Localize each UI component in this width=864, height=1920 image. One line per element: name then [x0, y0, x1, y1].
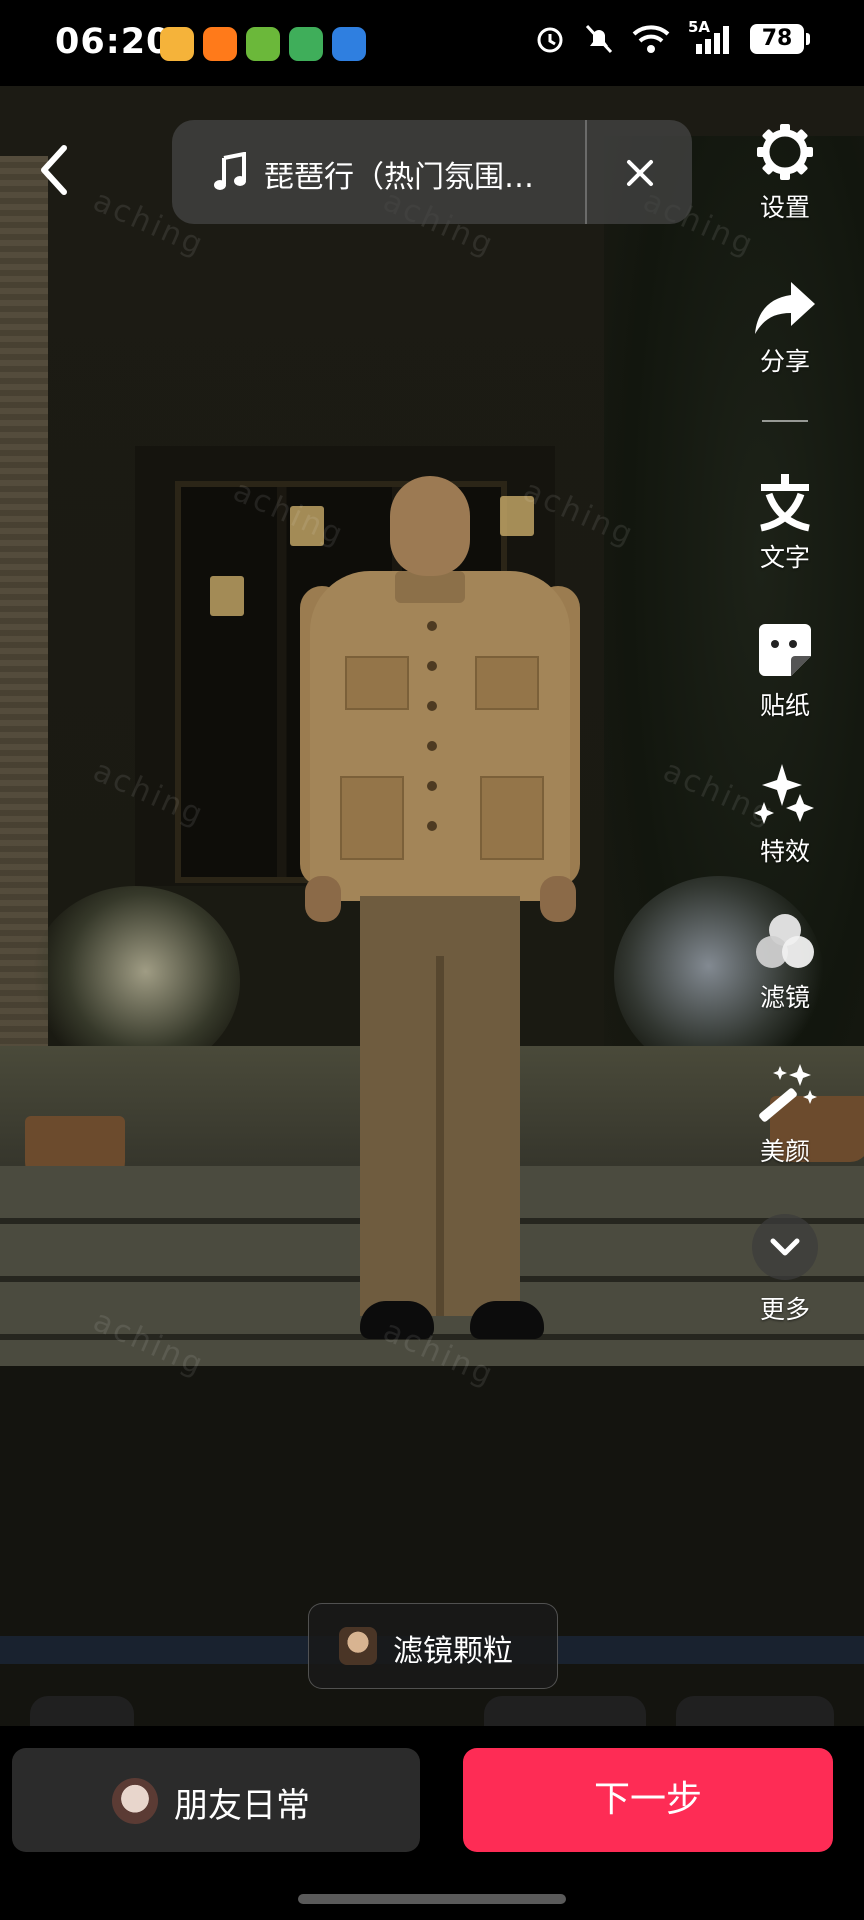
right-shoe	[470, 1301, 544, 1339]
pocket	[345, 656, 409, 710]
alarm-icon	[537, 27, 563, 53]
left-hand	[305, 876, 341, 922]
music-note-icon	[214, 152, 246, 190]
next-step-label: 下一步	[593, 1779, 702, 1820]
text-label: 文字	[759, 543, 810, 572]
sheets-app-icon	[289, 27, 323, 61]
friends-daily-button[interactable]: 朋友日常	[12, 1748, 420, 1852]
window-light	[210, 576, 244, 616]
wifi-icon	[632, 25, 670, 53]
text-button[interactable]: 文字	[740, 472, 830, 574]
head	[390, 476, 470, 576]
jacket-button	[427, 701, 437, 711]
sticker-label: 贴纸	[759, 691, 810, 720]
back-button[interactable]	[30, 140, 80, 200]
remove-music-button[interactable]	[587, 120, 692, 224]
active-filter-chip[interactable]: 滤镜颗粒	[308, 1603, 558, 1689]
friends-daily-label: 朋友日常	[174, 1786, 310, 1826]
more-label: 更多	[759, 1295, 810, 1324]
pocket	[480, 776, 544, 860]
cellular-signal-icon: 5A	[688, 18, 732, 56]
text-icon	[760, 474, 810, 532]
right-hand	[540, 876, 576, 922]
music-title: 琵琶行（热门氛围…	[264, 160, 534, 195]
sticker-button[interactable]: 贴纸	[740, 620, 830, 722]
jacket-button	[427, 781, 437, 791]
green-app-icon	[246, 27, 280, 61]
filter-chip-label: 滤镜颗粒	[393, 1634, 513, 1669]
sparkles-icon	[754, 764, 814, 824]
effects-button[interactable]: 特效	[740, 760, 830, 868]
battery-indicator: 78	[750, 24, 810, 54]
toolbar-divider	[762, 420, 808, 422]
share-arrow-icon	[755, 282, 815, 334]
sticker-icon	[759, 624, 811, 676]
share-label: 分享	[759, 347, 810, 376]
next-step-button[interactable]: 下一步	[463, 1748, 833, 1852]
beauty-button[interactable]: 美颜	[740, 1062, 830, 1168]
effects-label: 特效	[759, 837, 810, 866]
status-time: 06:20	[55, 22, 172, 62]
weibo-app-icon	[160, 27, 194, 61]
filter-thumbnail	[339, 1627, 377, 1665]
jacket-button	[427, 741, 437, 751]
more-circle	[752, 1214, 818, 1280]
pocket	[475, 656, 539, 710]
more-button[interactable]: 更多	[740, 1214, 830, 1326]
selected-music-pill[interactable]: 琵琶行（热门氛围…	[172, 120, 692, 224]
status-bar: 06:20 5A 78	[0, 0, 864, 86]
trouser-crease	[436, 956, 444, 1316]
jacket-button	[427, 621, 437, 631]
pocket	[340, 776, 404, 860]
photo-preview[interactable]: aching aching aching aching aching achin…	[0, 86, 864, 1726]
close-icon	[627, 160, 653, 186]
taobao-app-icon	[203, 27, 237, 61]
chevron-down-icon	[770, 1238, 800, 1256]
standing-man	[300, 476, 580, 1386]
home-indicator[interactable]	[298, 1894, 566, 1904]
share-button[interactable]: 分享	[740, 280, 830, 378]
mute-bell-icon	[585, 24, 613, 54]
filter-circles-icon	[756, 914, 814, 968]
filter-label: 滤镜	[759, 983, 810, 1012]
avatar	[112, 1778, 158, 1824]
notification-icons	[160, 27, 366, 61]
jacket-button	[427, 661, 437, 671]
settings-button[interactable]: 设置	[740, 122, 830, 224]
jacket-button	[427, 821, 437, 831]
gear-icon	[757, 124, 813, 180]
bottom-action-bar: 朋友日常 下一步	[0, 1726, 864, 1920]
magic-wand-icon	[759, 1064, 817, 1122]
filter-button[interactable]: 滤镜	[740, 912, 830, 1014]
chevron-left-icon	[41, 145, 67, 195]
bulb-app-icon	[332, 27, 366, 61]
beauty-label: 美颜	[759, 1137, 810, 1166]
system-icons: 5A 78	[534, 18, 810, 56]
settings-label: 设置	[759, 193, 810, 222]
